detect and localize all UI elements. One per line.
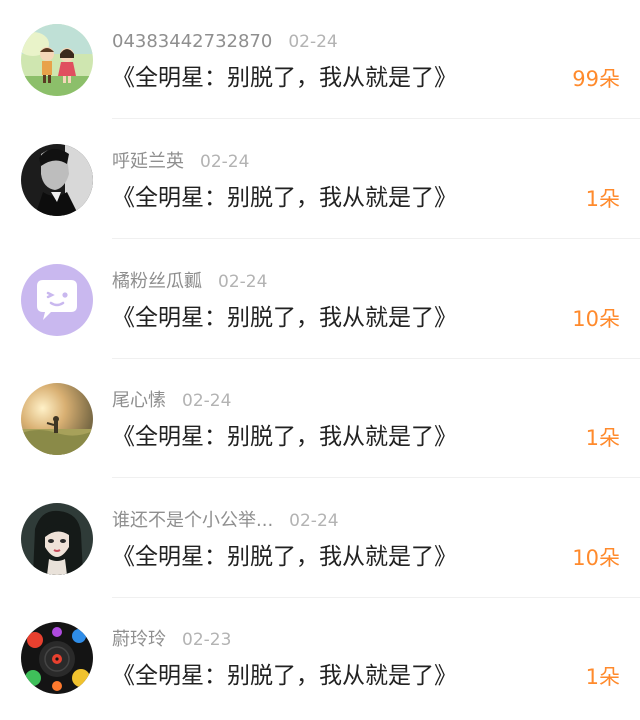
username[interactable]: 04383442732870 (112, 31, 272, 52)
username[interactable]: 呼延兰英 (112, 151, 184, 172)
username[interactable]: 蔚玲玲 (112, 629, 166, 650)
gift-list: 04383442732870 02-24 《全明星：别脱了，我从就是了》 99朵 … (0, 0, 640, 720)
flower-count: 99朵 (572, 67, 620, 91)
book-title[interactable]: 《全明星：别脱了，我从就是了》 (112, 541, 457, 573)
book-title[interactable]: 《全明星：别脱了，我从就是了》 (112, 302, 457, 334)
post-date: 02-24 (289, 511, 339, 531)
username[interactable]: 谁还不是个小公举... (112, 510, 273, 531)
book-title[interactable]: 《全明星：别脱了，我从就是了》 (112, 182, 457, 214)
list-item[interactable]: 蔚玲玲 02-23 《全明星：别脱了，我从就是了》 1朵 (0, 598, 640, 717)
divider (112, 118, 640, 119)
list-item[interactable]: 呼延兰英 02-24 《全明星：别脱了，我从就是了》 1朵 (0, 120, 640, 239)
divider (112, 477, 640, 478)
book-title[interactable]: 《全明星：别脱了，我从就是了》 (112, 660, 457, 692)
post-date: 02-24 (218, 272, 268, 292)
man-portrait-avatar-icon[interactable] (21, 144, 93, 216)
item-meta: 蔚玲玲 02-23 (112, 628, 231, 652)
anime-girl-avatar-icon[interactable] (21, 503, 93, 575)
list-item[interactable]: 谁还不是个小公举... 02-24 《全明星：别脱了，我从就是了》 10朵 (0, 479, 640, 598)
item-meta: 谁还不是个小公举... 02-24 (112, 509, 339, 533)
username[interactable]: 橘粉丝瓜瓤 (112, 271, 202, 292)
divider (112, 238, 640, 239)
list-item[interactable]: 橘粉丝瓜瓤 02-24 《全明星：别脱了，我从就是了》 10朵 (0, 240, 640, 359)
flower-count: 10朵 (572, 546, 620, 570)
item-meta: 尾心愫 02-24 (112, 389, 231, 413)
flower-count: 1朵 (585, 187, 620, 211)
sunset-field-avatar-icon[interactable] (21, 383, 93, 455)
list-item[interactable]: 尾心愫 02-24 《全明星：别脱了，我从就是了》 1朵 (0, 359, 640, 478)
flower-count: 1朵 (585, 665, 620, 689)
item-meta: 橘粉丝瓜瓤 02-24 (112, 270, 267, 294)
item-meta: 04383442732870 02-24 (112, 30, 338, 54)
cartoon-couple-avatar-icon[interactable] (21, 24, 93, 96)
username[interactable]: 尾心愫 (112, 390, 166, 411)
flower-count: 10朵 (572, 307, 620, 331)
chat-bubble-face-avatar-icon[interactable] (21, 264, 93, 336)
book-title[interactable]: 《全明星：别脱了，我从就是了》 (112, 62, 457, 94)
flower-count: 1朵 (585, 426, 620, 450)
list-item[interactable]: 04383442732870 02-24 《全明星：别脱了，我从就是了》 99朵 (0, 0, 640, 119)
post-date: 02-23 (182, 630, 232, 650)
book-title[interactable]: 《全明星：别脱了，我从就是了》 (112, 421, 457, 453)
post-date: 02-24 (200, 152, 250, 172)
colorful-vinyl-avatar-icon[interactable] (21, 622, 93, 694)
item-meta: 呼延兰英 02-24 (112, 150, 249, 174)
post-date: 02-24 (288, 32, 338, 52)
post-date: 02-24 (182, 391, 232, 411)
